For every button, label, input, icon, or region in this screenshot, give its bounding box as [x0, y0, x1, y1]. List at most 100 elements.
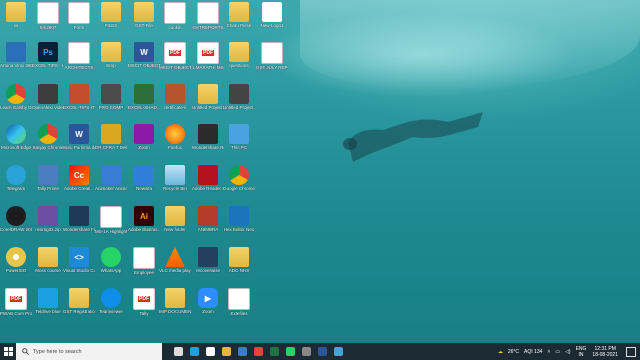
desktop-icon[interactable]: Learn Gatsby Drawflex — [0, 84, 32, 124]
desktop-icon[interactable]: Tally — [129, 288, 159, 328]
air-quality[interactable]: AQI 134 — [524, 349, 542, 355]
app-icon — [229, 206, 249, 226]
folder-icon — [101, 2, 121, 22]
taskbar-obs-button[interactable] — [298, 343, 314, 360]
desktop-icon[interactable]: GST Registration — [63, 288, 95, 328]
desktop-icon[interactable]: Microsoft Edge — [1, 124, 31, 164]
desktop-icon[interactable]: Hex Editor Neo — [224, 206, 254, 246]
desktop-icon[interactable]: Employee — [129, 247, 159, 287]
desktop-icon[interactable]: Teamviewer — [96, 288, 126, 328]
desktop-icon[interactable]: Cc Adobe Creati... — [64, 165, 94, 205]
desktop-icon[interactable]: Extefiles — [224, 288, 254, 328]
desktop-icon[interactable]: Wondershare Filmora X — [63, 206, 95, 246]
desktop-icon[interactable]: Newsifa — [129, 165, 159, 205]
desktop-icon[interactable]: Untitled Project.assets — [192, 84, 224, 124]
desktop-icon[interactable]: Sm2607 — [33, 2, 63, 42]
desktop-icon[interactable]: cookin — [160, 2, 190, 42]
tray-chevron-icon[interactable]: ˄ — [547, 349, 550, 355]
desktop-icon[interactable]: ADC-NHS — [224, 247, 254, 287]
desktop-icon[interactable]: New-Logo1 — [257, 2, 287, 42]
taskbar-word-button[interactable] — [314, 343, 330, 360]
desktop-icon[interactable]: Telegram — [1, 165, 31, 205]
taskbar-excel-button[interactable] — [266, 343, 282, 360]
desktop-icon[interactable]: IMP DOCUMENTS — [159, 288, 191, 328]
desktop-icon[interactable]: Google Chrome — [223, 165, 255, 205]
desktop-icon[interactable]: Zoom — [129, 124, 159, 164]
desktop-icon[interactable]: ss — [1, 2, 31, 42]
chrome-icon — [38, 124, 58, 144]
desktop-icon[interactable]: GST-File — [129, 2, 159, 42]
app-icon — [101, 165, 121, 185]
weather-icon[interactable]: ☁ — [498, 349, 503, 355]
desktop-icon[interactable]: EXCEL-TIPS-ITO — [63, 84, 95, 124]
desktop-icon[interactable]: recoverwise — [193, 247, 223, 287]
desktop-icon[interactable]: Sanjay Chrome — [32, 124, 64, 164]
desktop-icon[interactable]: Ai Adobe Illustrat... — [128, 206, 160, 246]
taskbar-mail-button[interactable] — [202, 343, 218, 360]
desktop-icon[interactable]: GST JULY REPORTS — [256, 42, 288, 82]
desktop-icon-label: EXCEL TIPS - HINDI NE — [32, 63, 64, 68]
taskbar-chrome-button[interactable] — [250, 343, 266, 360]
desktop-icon[interactable]: Teldrive blue — [33, 288, 63, 328]
desktop-icon[interactable]: MSCIT OBJECTI... — [159, 42, 191, 82]
taskbar-edge-button[interactable] — [186, 343, 202, 360]
desktop-icon-label: Extefiles — [230, 311, 248, 316]
desktop-icon[interactable]: ARCHITECTS — [64, 42, 94, 82]
desktop-icon[interactable]: PowerISO — [1, 247, 31, 287]
adobe-icon: Cc — [69, 165, 89, 185]
desktop-icon[interactable]: FILES — [96, 2, 126, 42]
desktop-icon[interactable]: CorelDRAW 2019 (64-Bit) — [0, 206, 32, 246]
start-button[interactable] — [0, 343, 16, 360]
weather-temperature[interactable]: 26°C — [508, 349, 519, 355]
notification-icon[interactable] — [626, 346, 636, 357]
desktop-icon[interactable]: MS-1A Highlighter — [95, 206, 127, 246]
desktop-icon[interactable]: msimg32.zip — [33, 206, 63, 246]
desktop-icon[interactable]: OpenAlexi Video Elite — [32, 84, 64, 124]
desktop-icon[interactable]: ANIMBRA — [193, 206, 223, 246]
taskbar-whatsapp-button[interactable] — [282, 343, 298, 360]
network-icon[interactable]: ▭ — [555, 349, 560, 355]
app-icon — [198, 206, 218, 226]
desktop-icon[interactable]: Tally.Prime — [33, 165, 63, 205]
desktop-icon[interactable]: VLC media player — [159, 247, 191, 287]
desktop-icon[interactable]: PsEXCEL TIPS - HINDI NE — [32, 42, 64, 82]
desktop-icon[interactable]: WhatsApp — [96, 247, 126, 287]
folder-icon — [229, 2, 249, 22]
taskbar-task-view-button[interactable] — [170, 343, 186, 360]
desktop-icon[interactable]: questions — [224, 42, 254, 82]
desktop-icon[interactable]: PRO COMP — [96, 84, 126, 124]
desktop-icon[interactable]: certificate-ii — [160, 84, 190, 124]
desktop-icon[interactable]: Moss course — [33, 247, 63, 287]
desktop-icon[interactable]: Wondershare Recoverit — [192, 124, 224, 164]
desktop-icon[interactable]: EXCEL-SHAD... — [128, 84, 160, 124]
desktop-icon[interactable]: GSTREPORTS — [193, 2, 223, 42]
taskbar-app-generic-button[interactable] — [330, 343, 346, 360]
taskbar-search-box[interactable]: Type here to search — [16, 343, 162, 360]
desktop-icon[interactable]: WSuru Purnima docx — [63, 124, 95, 164]
desktop-icon[interactable]: 1.MARATHI MSCIT FIN... — [192, 42, 224, 82]
desktop-icon[interactable]: New folder — [160, 206, 190, 246]
desktop-icon[interactable]: Charu Piece — [224, 2, 254, 42]
desktop-icon-label: PRO COMP — [98, 105, 124, 110]
desktop-icon[interactable]: PWAB Cum Proposal — [0, 288, 32, 328]
desktop-icon[interactable]: This PC — [224, 124, 254, 164]
clock[interactable]: 12:31 PM 18-08-2021 — [592, 346, 618, 358]
desktop-icon[interactable]: WMSCIT OBJECTI... — [128, 42, 160, 82]
desktop-icon[interactable]: <>Visual Studio Code — [63, 247, 95, 287]
volume-icon[interactable]: ◁) — [565, 349, 571, 355]
desktop-icon-label: GST Registration — [63, 309, 95, 314]
desktop-icon[interactable]: Adobe Reader XI — [192, 165, 224, 205]
language-indicator[interactable]: ENG IN — [576, 346, 587, 358]
desktop-icon[interactable]: Firefox — [160, 124, 190, 164]
desktop-icon[interactable]: Recycle Bin — [160, 165, 190, 205]
desktop-icon[interactable]: ▶ Zoom — [193, 288, 223, 328]
taskbar-store-button[interactable] — [234, 343, 250, 360]
taskbar-file-explorer-button[interactable] — [218, 343, 234, 360]
desktop-icon[interactable]: Animaker Animatio... — [95, 165, 127, 205]
desktop-icon[interactable]: Untitled Project.sfp — [223, 84, 255, 124]
desktop-icon[interactable]: Arturia Vinci 360 — [0, 42, 32, 82]
desktop-icon[interactable]: DR.CFRA 7 Dell — [95, 124, 127, 164]
desktop-icon[interactable]: Emp — [96, 42, 126, 82]
desktop-icon[interactable]: Form — [64, 2, 94, 42]
desktop-icon-label: Recycle Bin — [163, 186, 187, 191]
